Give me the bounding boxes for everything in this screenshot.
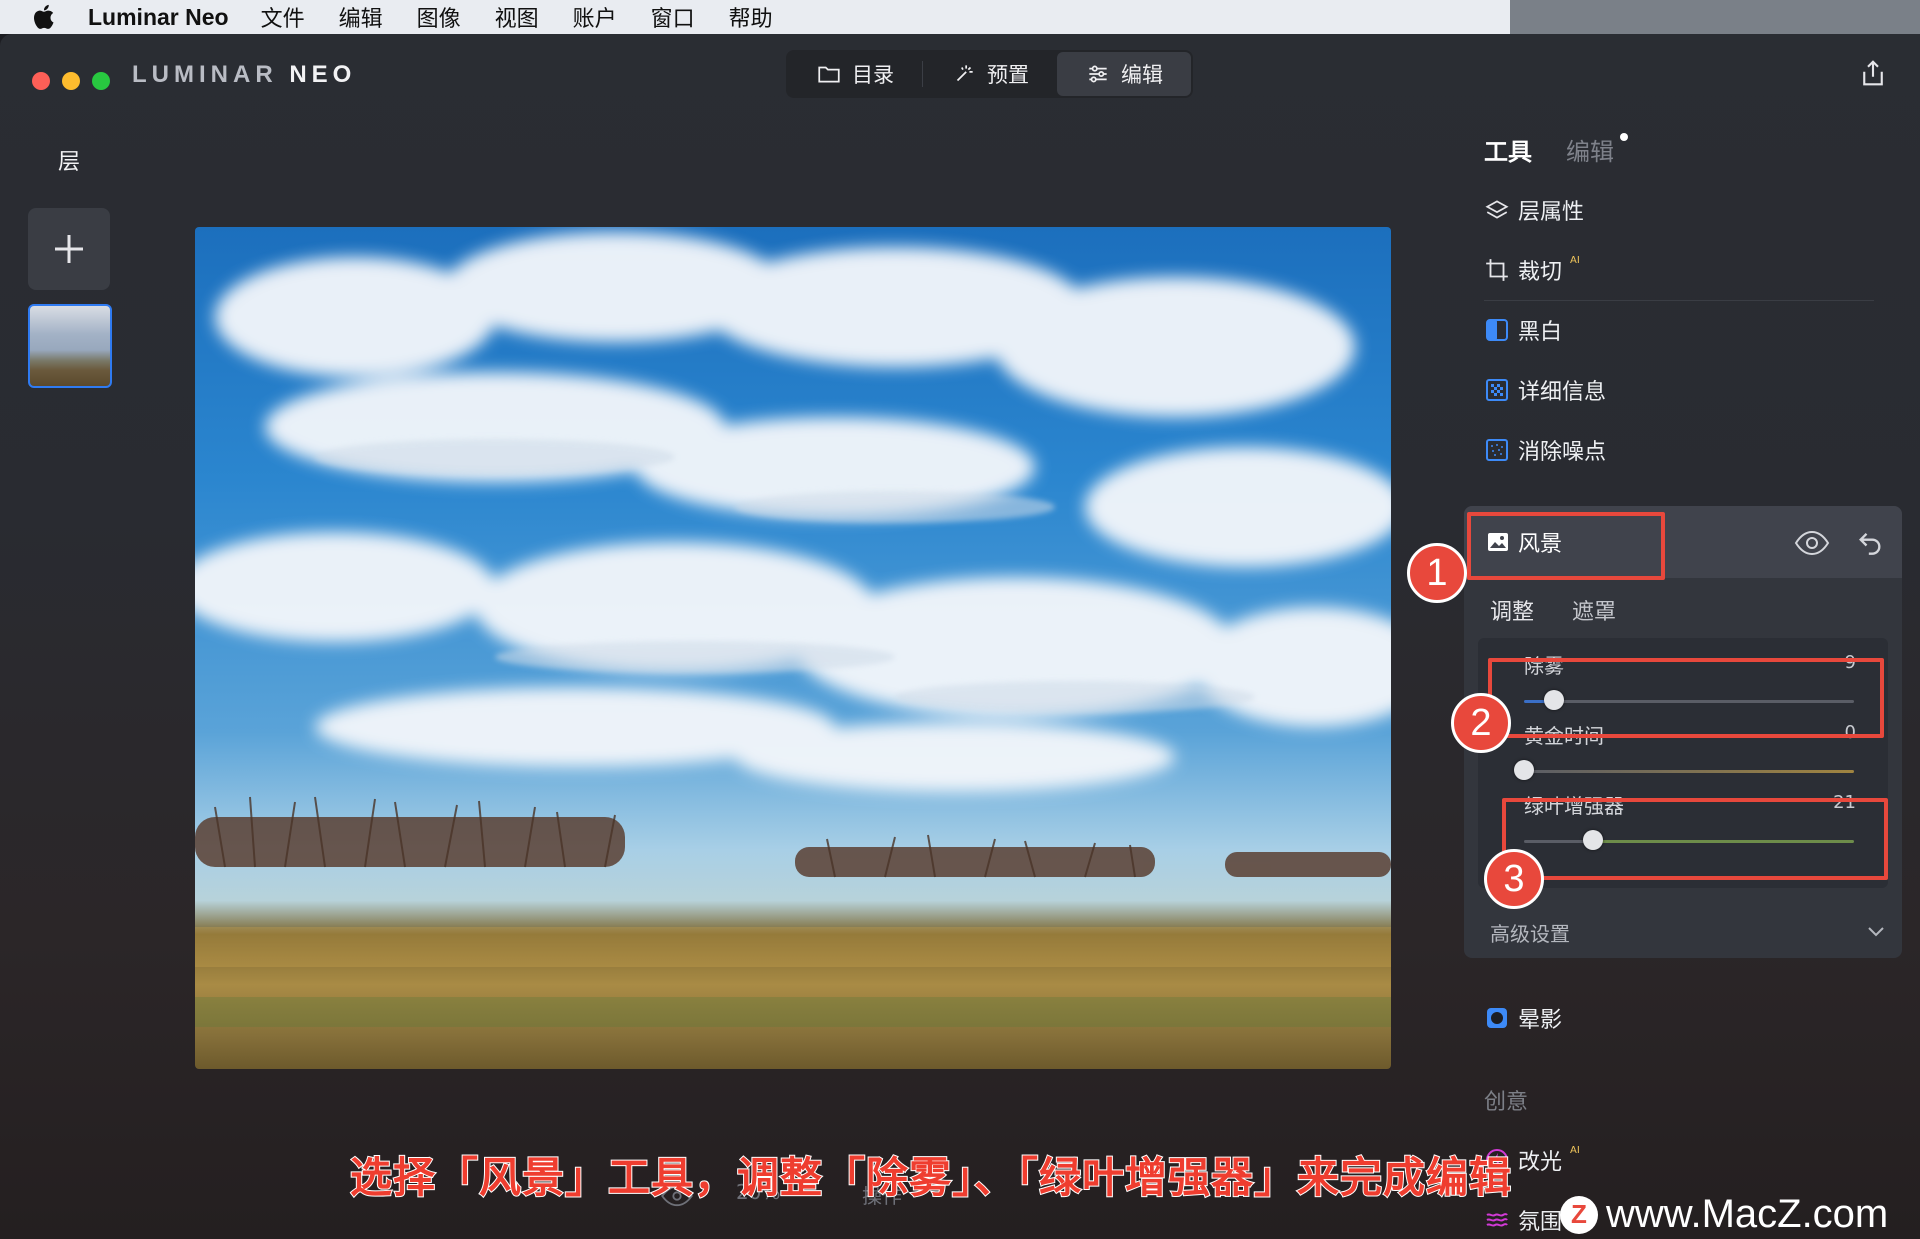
zoom-button[interactable] — [92, 72, 110, 90]
tool-layer-properties[interactable]: 层属性 — [1484, 194, 1584, 226]
menu-image[interactable]: 图像 — [417, 1, 461, 33]
top-navigation: 目录 预置 编辑 — [786, 50, 1193, 98]
landscape-photo — [195, 232, 1391, 1027]
menu-file[interactable]: 文件 — [261, 1, 305, 33]
menubar: Luminar Neo 文件 编辑 图像 视图 账户 窗口 帮助 — [0, 0, 1510, 34]
logo-text: LUMINAR — [132, 61, 290, 88]
menu-account[interactable]: 账户 — [573, 1, 617, 33]
folder-icon — [818, 66, 840, 83]
watermark-text: www.MacZ.com — [1606, 1192, 1889, 1236]
tool-relight-label: 改光 — [1518, 1150, 1563, 1175]
tool-crop-label: 裁切 — [1518, 260, 1563, 285]
slider-golden-hour-track[interactable] — [1524, 770, 1854, 773]
vignette-icon — [1484, 1005, 1510, 1031]
layers-icon — [1484, 197, 1510, 223]
annotation-box-landscape — [1467, 512, 1665, 580]
tab-edit-label: 编辑 — [1121, 63, 1163, 87]
tool-denoise-label: 消除噪点 — [1518, 440, 1607, 465]
subtab-adjust[interactable]: 调整 — [1490, 594, 1534, 626]
layers-title: 层 — [58, 150, 81, 175]
tab-edit[interactable]: 编辑 — [1057, 52, 1191, 96]
app-logo: LUMINAR NEO — [132, 61, 356, 89]
app-menu[interactable]: Luminar Neo — [88, 4, 229, 31]
menu-edit[interactable]: 编辑 — [339, 1, 383, 33]
watermark: Z www.MacZ.com — [1560, 1192, 1888, 1237]
slider-golden-hour-knob[interactable] — [1514, 760, 1534, 780]
tool-vignette[interactable]: 晕影 — [1484, 1002, 1562, 1034]
annotation-badge-2: 2 — [1451, 693, 1511, 753]
minimize-button[interactable] — [62, 72, 80, 90]
tab-presets[interactable]: 预置 — [923, 52, 1057, 96]
macz-logo-icon: Z — [1560, 1195, 1598, 1234]
tools-divider — [1484, 300, 1874, 301]
crop-icon — [1484, 257, 1510, 283]
photo-canvas[interactable] — [195, 227, 1391, 1069]
apple-icon[interactable] — [30, 2, 60, 32]
layer-thumbnail[interactable] — [28, 304, 112, 388]
menu-view[interactable]: 视图 — [495, 1, 539, 33]
tool-details[interactable]: 详细信息 — [1484, 374, 1606, 406]
plus-icon — [55, 235, 83, 263]
add-layer-button[interactable] — [28, 208, 110, 290]
tool-crop[interactable]: 裁切 AI — [1484, 254, 1580, 286]
annotation-box-dehaze — [1488, 658, 1884, 738]
ai-badge: AI — [1570, 1144, 1580, 1156]
advanced-settings-label[interactable]: 高级设置 — [1490, 918, 1570, 947]
bw-icon — [1484, 317, 1510, 343]
details-icon — [1484, 377, 1510, 403]
annotation-box-foliage — [1502, 798, 1888, 880]
visibility-eye-icon[interactable] — [1794, 528, 1830, 558]
tool-vignette-label: 晕影 — [1518, 1008, 1563, 1033]
menubar-right-area — [1510, 0, 1920, 34]
annotation-badge-1: 1 — [1407, 543, 1467, 603]
tool-details-label: 详细信息 — [1518, 380, 1607, 405]
sliders-icon — [1089, 65, 1107, 83]
subtab-masking[interactable]: 遮罩 — [1572, 594, 1616, 626]
ai-badge: AI — [1570, 254, 1580, 266]
tab-presets-label: 预置 — [987, 63, 1029, 87]
atmosphere-icon — [1484, 1207, 1510, 1233]
logo-neo-text: NEO — [289, 61, 357, 88]
window-controls — [32, 72, 110, 90]
creative-section-label: 创意 — [1484, 1090, 1529, 1115]
tool-black-white[interactable]: 黑白 — [1484, 314, 1562, 346]
tool-denoise[interactable]: 消除噪点 — [1484, 434, 1606, 466]
tab-catalog-label: 目录 — [852, 63, 894, 87]
tab-catalog[interactable]: 目录 — [788, 52, 922, 96]
chevron-down-icon[interactable] — [1866, 924, 1886, 940]
reset-undo-icon[interactable] — [1856, 528, 1884, 556]
share-icon[interactable] — [1858, 58, 1888, 88]
tool-atmosphere-label: 氛围 — [1518, 1210, 1563, 1235]
magic-wand-icon — [956, 65, 973, 82]
menu-help[interactable]: 帮助 — [729, 1, 773, 33]
denoise-icon — [1484, 437, 1510, 463]
tab-tools[interactable]: 工具 — [1484, 132, 1532, 167]
annotation-badge-3: 3 — [1484, 849, 1544, 909]
tutorial-caption: 选择「风景」工具，调整「除雾」、「绿叶增强器」来完成编辑 — [349, 1152, 1513, 1203]
menu-window[interactable]: 窗口 — [651, 1, 695, 33]
close-button[interactable] — [32, 72, 50, 90]
tool-atmosphere[interactable]: 氛围 — [1484, 1204, 1562, 1236]
edits-indicator-dot — [1620, 133, 1628, 141]
tool-layer-properties-label: 层属性 — [1518, 200, 1585, 225]
tab-edits[interactable]: 编辑 — [1566, 132, 1614, 167]
tool-black-white-label: 黑白 — [1518, 320, 1563, 345]
